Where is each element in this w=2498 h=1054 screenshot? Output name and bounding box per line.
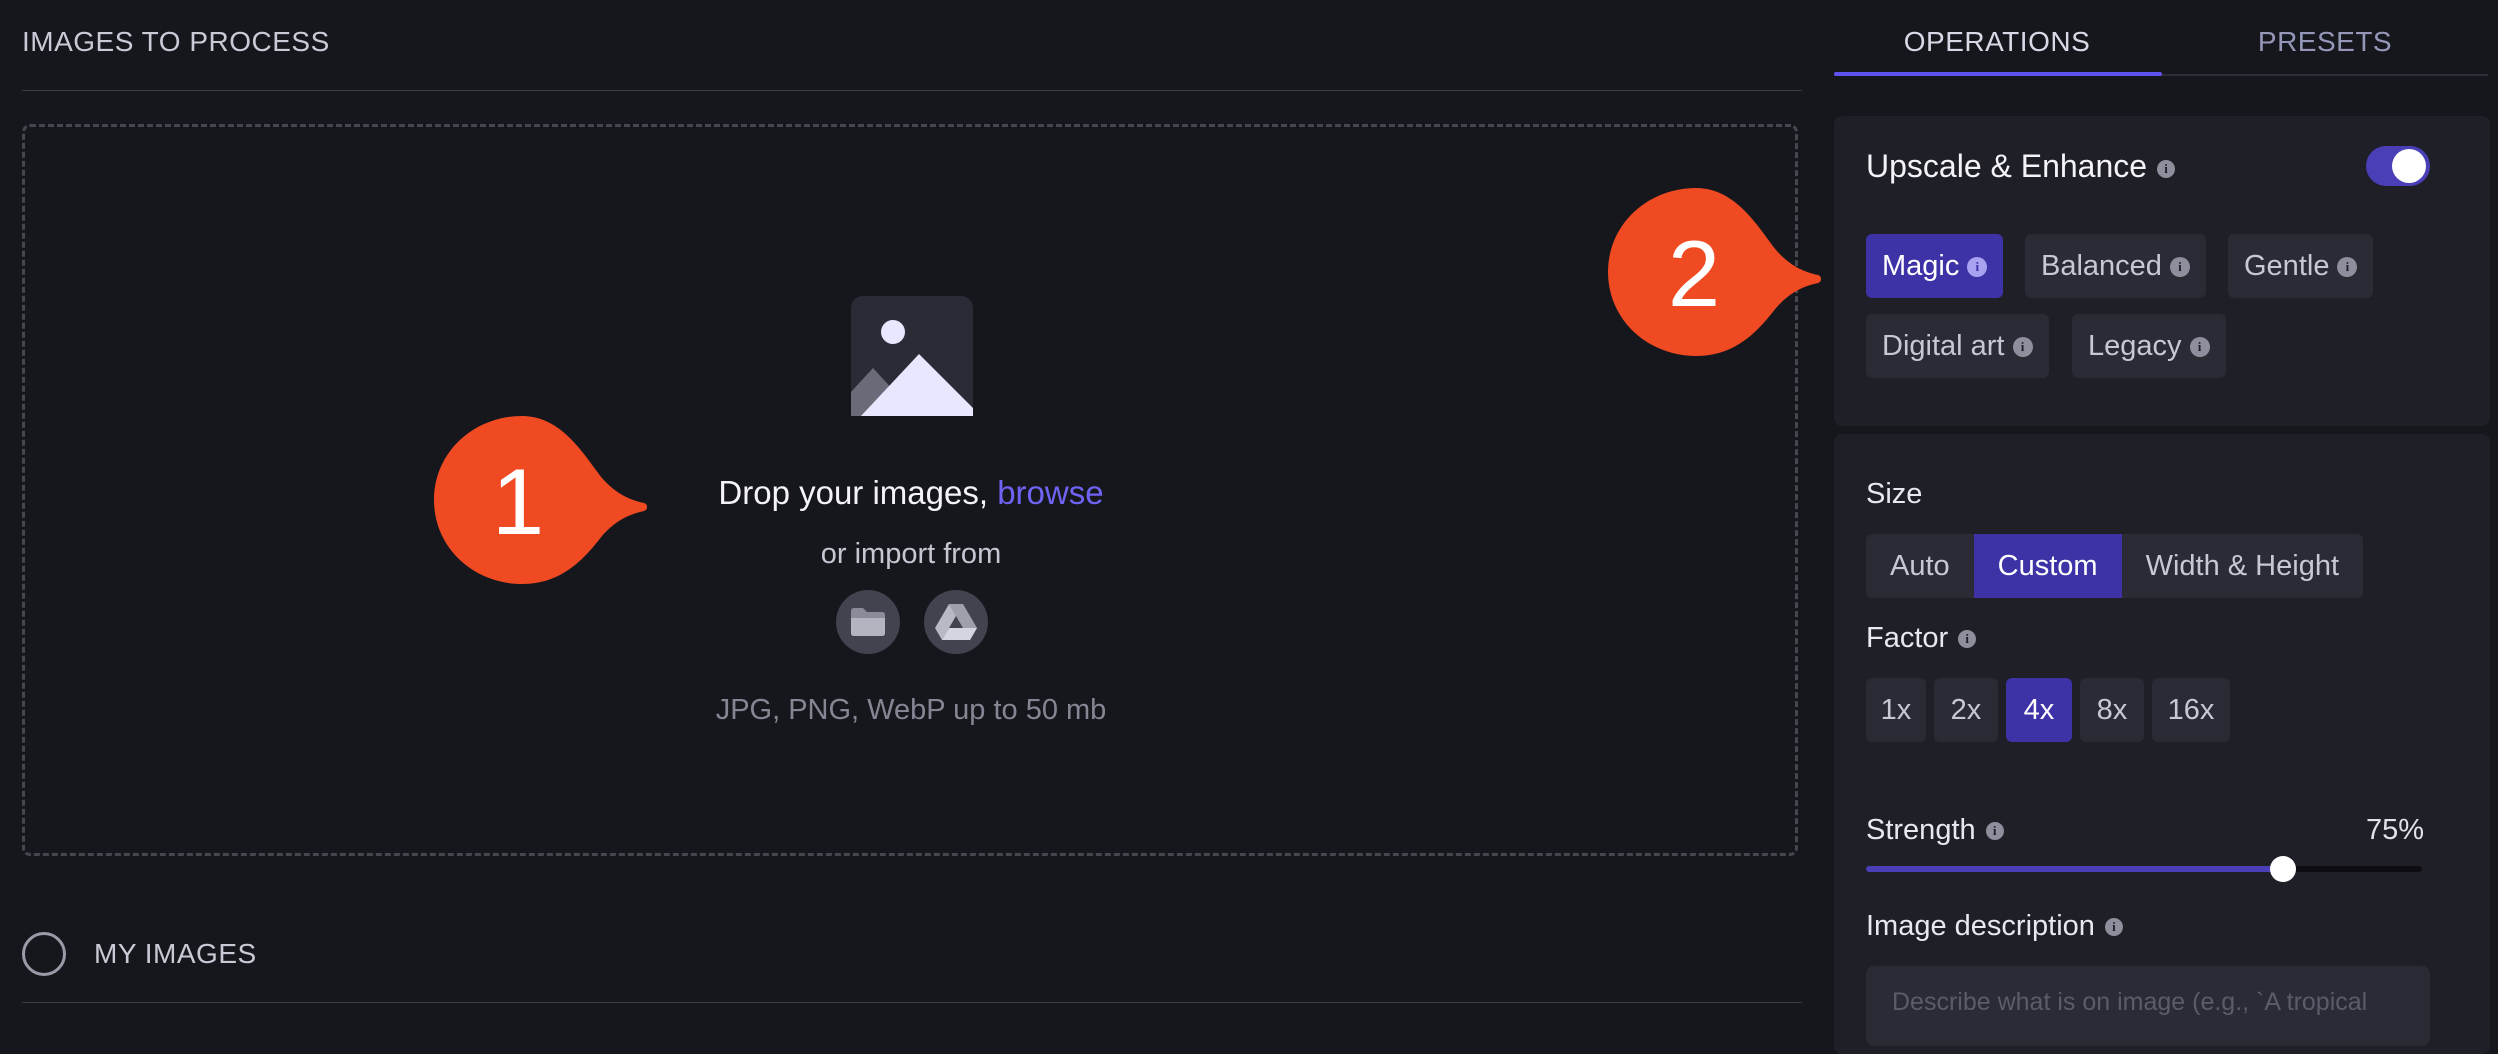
upscale-title: Upscale & Enhance xyxy=(1866,148,2148,184)
size-label: Size xyxy=(1866,478,1923,510)
google-drive-icon xyxy=(935,604,977,640)
strength-slider-fill xyxy=(1866,866,2283,872)
size-custom-button[interactable]: Custom xyxy=(1973,534,2122,598)
upscale-title-row: Upscale & Enhance i xyxy=(1866,148,2176,185)
tab-presets[interactable]: PRESETS xyxy=(2162,26,2488,58)
my-images-radio[interactable] xyxy=(22,932,66,976)
factor-8x-button[interactable]: 8x xyxy=(2080,678,2144,742)
drop-text: Drop your images, xyxy=(718,474,998,511)
supported-formats: JPG, PNG, WebP up to 50 mb xyxy=(715,694,1107,726)
image-placeholder-icon xyxy=(851,296,973,416)
info-icon[interactable]: i xyxy=(2104,918,2123,937)
callout-badge-2: 2 xyxy=(1608,188,1821,356)
image-description-label: Image description xyxy=(1866,910,2095,942)
size-width-height-button[interactable]: Width & Height xyxy=(2122,534,2363,598)
my-images-label[interactable]: MY IMAGES xyxy=(94,938,257,970)
info-icon[interactable]: i xyxy=(2012,337,2033,358)
strength-label-row: Strength i xyxy=(1866,814,2004,847)
drop-instructions: Drop your images, browse xyxy=(0,474,1822,512)
factor-label-row: Factor i xyxy=(1866,622,1977,655)
browse-link[interactable]: browse xyxy=(997,474,1103,511)
size-auto-button[interactable]: Auto xyxy=(1866,534,1974,598)
import-google-drive-button[interactable] xyxy=(924,590,988,654)
mode-balanced-button[interactable]: Balanced i xyxy=(2025,234,2206,298)
toggle-knob xyxy=(2392,149,2426,183)
factor-4x-button[interactable]: 4x xyxy=(2006,678,2072,742)
size-settings-card xyxy=(1834,434,2490,1054)
factor-16x-button[interactable]: 16x xyxy=(2152,678,2230,742)
info-icon[interactable]: i xyxy=(2337,257,2358,278)
info-icon[interactable]: i xyxy=(2157,159,2176,178)
strength-slider-handle[interactable] xyxy=(2270,856,2296,882)
mode-label: Balanced xyxy=(2041,250,2162,282)
strength-value: 75% xyxy=(2366,814,2425,846)
mode-label: Digital art xyxy=(1882,330,2005,362)
mode-label: Gentle xyxy=(2244,250,2330,282)
mode-digital-art-button[interactable]: Digital art i xyxy=(1866,314,2049,378)
import-from-text: or import from xyxy=(820,538,1002,570)
info-icon[interactable]: i xyxy=(1985,822,2004,841)
info-icon[interactable]: i xyxy=(2189,337,2210,358)
factor-2x-button[interactable]: 2x xyxy=(1934,678,1998,742)
image-description-label-row: Image description i xyxy=(1866,910,2123,943)
mode-label: Legacy xyxy=(2088,330,2182,362)
image-description-input[interactable] xyxy=(1866,966,2430,1046)
import-folder-button[interactable] xyxy=(836,590,900,654)
info-icon[interactable]: i xyxy=(1967,257,1988,278)
info-icon[interactable]: i xyxy=(1958,630,1977,649)
factor-label: Factor xyxy=(1866,622,1949,654)
mode-magic-button[interactable]: Magic i xyxy=(1866,234,2004,298)
folder-icon xyxy=(851,608,885,636)
mode-label: Magic xyxy=(1882,250,1960,282)
upscale-toggle[interactable] xyxy=(2366,146,2430,186)
info-icon[interactable]: i xyxy=(2169,257,2190,278)
mode-gentle-button[interactable]: Gentle i xyxy=(2228,234,2374,298)
divider xyxy=(22,1002,1802,1003)
callout-number: 2 xyxy=(1668,221,1720,326)
strength-label: Strength xyxy=(1866,814,1976,846)
active-tab-indicator xyxy=(1834,72,2162,76)
divider xyxy=(22,90,1802,91)
tab-operations[interactable]: OPERATIONS xyxy=(1834,26,2160,58)
factor-1x-button[interactable]: 1x xyxy=(1866,678,1926,742)
size-segmented-control: Auto Custom Width & Height xyxy=(1866,534,2364,598)
callout-number: 1 xyxy=(492,449,544,554)
images-to-process-title: IMAGES TO PROCESS xyxy=(22,26,330,57)
callout-badge-1: 1 xyxy=(434,416,647,584)
mode-legacy-button[interactable]: Legacy i xyxy=(2072,314,2226,378)
